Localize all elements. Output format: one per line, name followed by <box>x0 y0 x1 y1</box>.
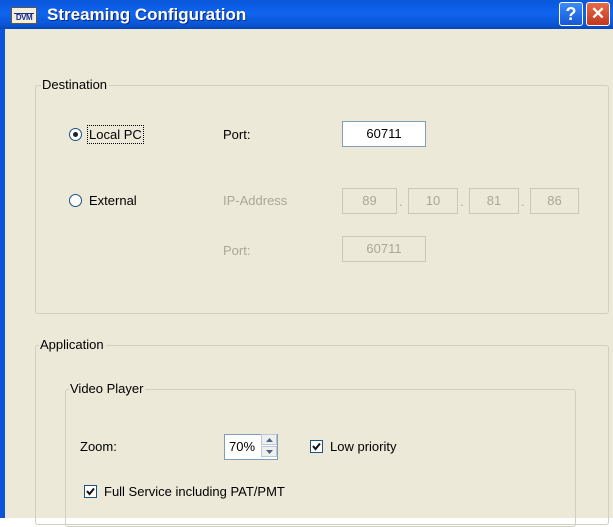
full-service-label[interactable]: Full Service including PAT/PMT <box>104 484 285 499</box>
low-priority-label[interactable]: Low priority <box>330 439 396 454</box>
check-icon <box>312 442 321 451</box>
external-port-input[interactable]: 60711 <box>342 236 426 262</box>
full-service-checkbox[interactable] <box>84 485 97 498</box>
spin-down-button[interactable] <box>261 446 277 457</box>
external-label[interactable]: External <box>89 193 137 208</box>
ip-octet-2-input[interactable]: 10 <box>408 188 458 214</box>
low-priority-checkbox[interactable] <box>310 440 323 453</box>
ip-octet-4-input[interactable]: 86 <box>530 188 579 214</box>
zoom-label: Zoom: <box>80 439 117 454</box>
close-button[interactable]: ✕ <box>586 2 610 26</box>
close-icon: ✕ <box>590 4 606 23</box>
help-button[interactable]: ? <box>559 2 583 26</box>
external-port-label: Port: <box>223 243 251 258</box>
video-player-group-label: Video Player <box>69 381 146 396</box>
app-icon-text: DVM <box>15 13 33 22</box>
dialog-body: Destination Local PC Port: 60711 Externa… <box>5 29 613 527</box>
ip-octet-3-input[interactable]: 81 <box>469 188 519 214</box>
port-label: Port: <box>223 127 251 142</box>
ip-separator: . <box>399 194 403 209</box>
port-input[interactable]: 60711 <box>342 121 426 147</box>
ip-octet-1-input[interactable]: 89 <box>342 188 397 214</box>
ip-separator: . <box>521 194 525 209</box>
check-icon <box>86 487 95 496</box>
destination-group-label: Destination <box>41 77 110 92</box>
title-bar[interactable]: DVM Streaming Configuration ? ✕ <box>0 0 613 29</box>
ip-address-label: IP-Address <box>223 193 288 208</box>
external-radio[interactable] <box>69 194 82 207</box>
window-title: Streaming Configuration <box>47 5 247 24</box>
spin-up-button[interactable] <box>261 434 277 445</box>
chevron-up-icon <box>266 438 273 442</box>
application-group-label: Application <box>39 337 106 352</box>
help-icon: ? <box>565 4 577 24</box>
ip-separator: . <box>460 194 464 209</box>
video-player-group: Video Player <box>65 381 576 527</box>
app-icon: DVM <box>11 7 37 24</box>
local-pc-radio[interactable] <box>69 128 82 141</box>
zoom-spinner[interactable] <box>261 434 278 458</box>
local-pc-label[interactable]: Local PC <box>87 125 144 144</box>
chevron-down-icon <box>266 450 273 454</box>
